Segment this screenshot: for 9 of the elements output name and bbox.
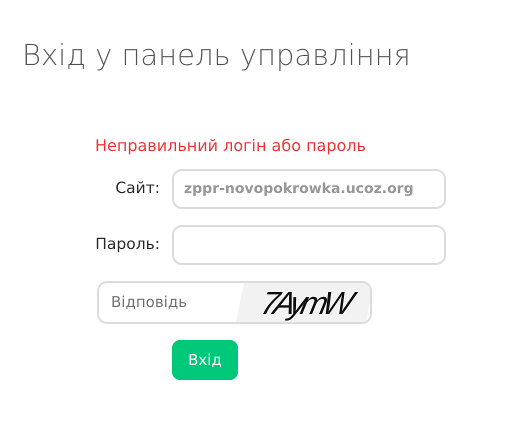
captcha-field[interactable]: Відповідь 7AymW xyxy=(97,280,372,324)
input-field[interactable]: zppr-novopokrowka.ucoz.org xyxy=(172,168,446,209)
page-title: Вхід у панель управління xyxy=(22,38,412,73)
error-message: Неправильний логін або пароль xyxy=(95,134,367,157)
input-field[interactable] xyxy=(172,224,446,265)
login-button[interactable]: Вхід xyxy=(172,340,238,380)
captcha-code: 7AymW xyxy=(236,282,370,322)
field-label: Пароль: xyxy=(95,234,160,256)
field-label: Сайт: xyxy=(115,178,160,200)
